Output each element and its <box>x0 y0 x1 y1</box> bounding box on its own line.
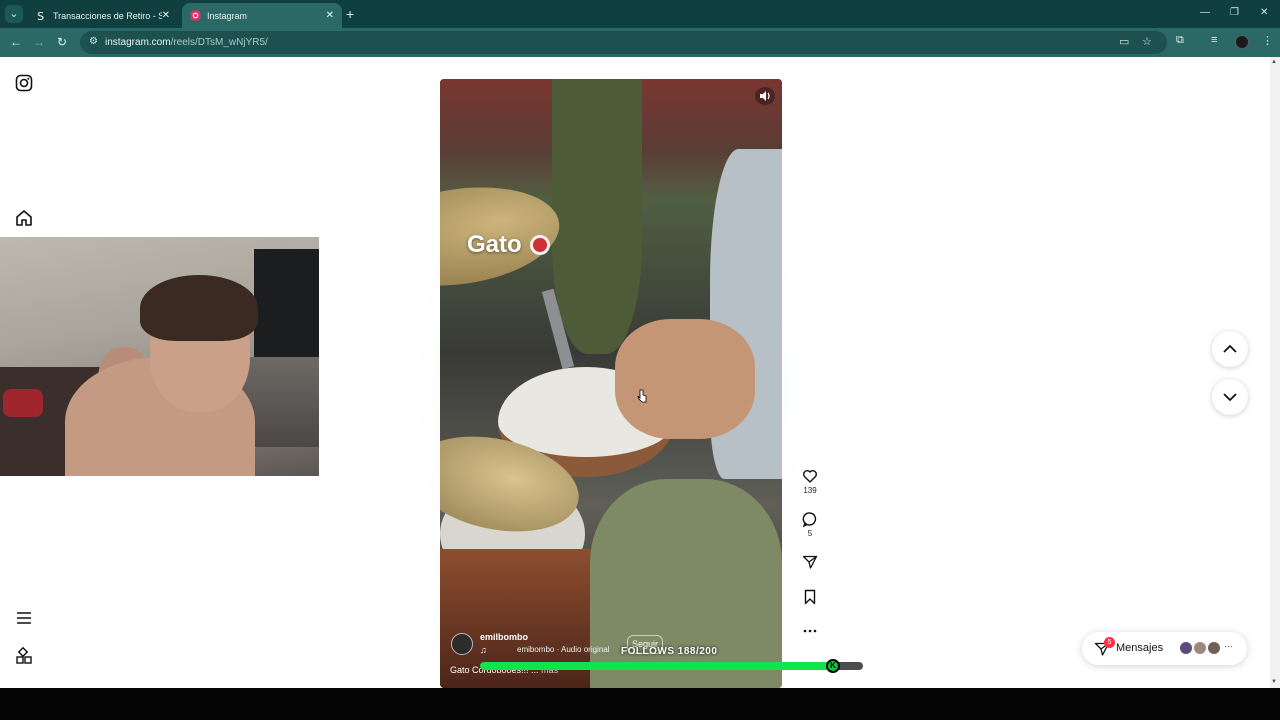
share-button[interactable] <box>796 554 824 570</box>
menu-icon[interactable] <box>15 609 33 627</box>
volume-button[interactable] <box>755 87 775 105</box>
reel-author-avatar[interactable] <box>451 633 473 655</box>
more-dots-icon[interactable]: ··· <box>1224 641 1233 651</box>
back-icon[interactable]: ← <box>10 35 22 49</box>
home-icon[interactable] <box>15 209 33 227</box>
url-text: instagram.com/reels/DTsM_wNjYR5/ <box>105 37 268 48</box>
scroll-down-arrow-icon[interactable]: ▼ <box>1271 679 1277 685</box>
comment-count: 5 <box>807 529 813 538</box>
chevron-up-icon <box>1223 344 1237 353</box>
save-button[interactable] <box>796 589 824 605</box>
media-control-icon[interactable]: ≡ <box>1211 34 1217 46</box>
taskbar <box>0 688 1280 720</box>
mouse-cursor-icon <box>637 389 647 403</box>
tab-close-icon[interactable]: ✕ <box>326 10 334 21</box>
reel-title: Gato <box>467 231 550 259</box>
tab-title: Transacciones de Retiro - Stake <box>53 10 162 21</box>
next-reel-button[interactable] <box>1212 379 1248 415</box>
send-icon <box>802 555 818 569</box>
like-button[interactable]: 139 <box>796 468 824 495</box>
tab-stake[interactable]: S Transacciones de Retiro - Stake ✕ <box>28 3 178 28</box>
messages-button[interactable]: 5 Mensajes ··· <box>1082 632 1247 665</box>
forward-icon[interactable]: → <box>33 35 45 49</box>
chevron-down-icon <box>1223 393 1237 402</box>
more-dots-icon <box>803 629 817 633</box>
instagram-favicon-icon <box>190 10 201 21</box>
tab-instagram[interactable]: Instagram 🔊 ✕ <box>182 3 342 579</box>
follows-goal-text: FOLLOWS 188/200 <box>621 646 718 657</box>
comment-icon <box>802 512 817 527</box>
reel-audio[interactable]: emibombo · Audio original <box>517 645 610 654</box>
message-avatar <box>1207 641 1221 655</box>
svg-text:S: S <box>37 10 44 21</box>
webcam-overlay <box>0 237 319 476</box>
instagram-logo-icon[interactable] <box>15 74 33 92</box>
cast-icon[interactable]: ▭ <box>1119 35 1129 48</box>
message-avatar <box>1179 641 1193 655</box>
browser-toolbar: ← → ↻ ⚙ instagram.com/reels/DTsM_wNjYR5/… <box>0 28 1280 57</box>
page-scrollbar[interactable]: ▲ ▼ <box>1270 57 1280 688</box>
volume-icon <box>760 91 770 101</box>
like-count: 139 <box>803 486 817 495</box>
follows-progress-fill <box>480 662 841 670</box>
webcam-streamer-hair <box>140 275 258 341</box>
apps-icon[interactable] <box>15 647 33 665</box>
previous-reel-button[interactable] <box>1212 331 1248 367</box>
messages-label: Mensajes <box>1116 642 1164 654</box>
kick-logo-icon: K <box>826 659 840 673</box>
new-tab-button[interactable]: + <box>346 6 354 22</box>
reload-icon[interactable]: ↻ <box>57 35 67 49</box>
webcam-red-object <box>3 389 43 417</box>
more-options-button[interactable] <box>796 623 824 639</box>
drum-icon <box>529 235 550 255</box>
messages-badge: 5 <box>1104 637 1115 648</box>
bookmark-star-icon[interactable]: ☆ <box>1142 35 1152 48</box>
music-note-icon: ♫ <box>480 645 487 655</box>
comment-button[interactable]: 5 <box>796 511 824 538</box>
close-window-icon[interactable]: ✕ <box>1260 7 1268 18</box>
follows-progress-bar <box>480 662 863 670</box>
video-figure <box>552 79 642 354</box>
tab-close-icon[interactable]: ✕ <box>162 10 170 21</box>
scroll-up-arrow-icon[interactable]: ▲ <box>1271 59 1277 65</box>
tab-title: Instagram <box>207 10 248 21</box>
site-info-icon[interactable]: ⚙ <box>89 36 98 47</box>
address-bar[interactable]: ⚙ instagram.com/reels/DTsM_wNjYR5/ ▭ ☆ <box>80 31 1167 54</box>
reel-video[interactable]: Gato emilbombo ♫ emibombo · Audio origin… <box>440 79 782 688</box>
reel-username[interactable]: emilbombo <box>480 632 528 642</box>
minimize-icon[interactable]: — <box>1200 7 1210 18</box>
bookmark-icon <box>804 589 816 605</box>
tab-bar: ⌄ S Transacciones de Retiro - Stake ✕ In… <box>0 0 1280 579</box>
video-drummer-arm <box>615 319 755 439</box>
message-avatar <box>1193 641 1207 655</box>
profile-avatar[interactable] <box>1235 35 1249 49</box>
restore-icon[interactable]: ❐ <box>1230 7 1239 18</box>
webcam-monitor <box>254 249 319 359</box>
heart-icon <box>803 470 817 483</box>
tab-search-button[interactable]: ⌄ <box>5 5 23 23</box>
more-menu-icon[interactable]: ⋮ <box>1262 34 1273 47</box>
extensions-icon[interactable]: ⧉ <box>1176 34 1184 47</box>
stake-favicon-icon: S <box>37 10 44 21</box>
